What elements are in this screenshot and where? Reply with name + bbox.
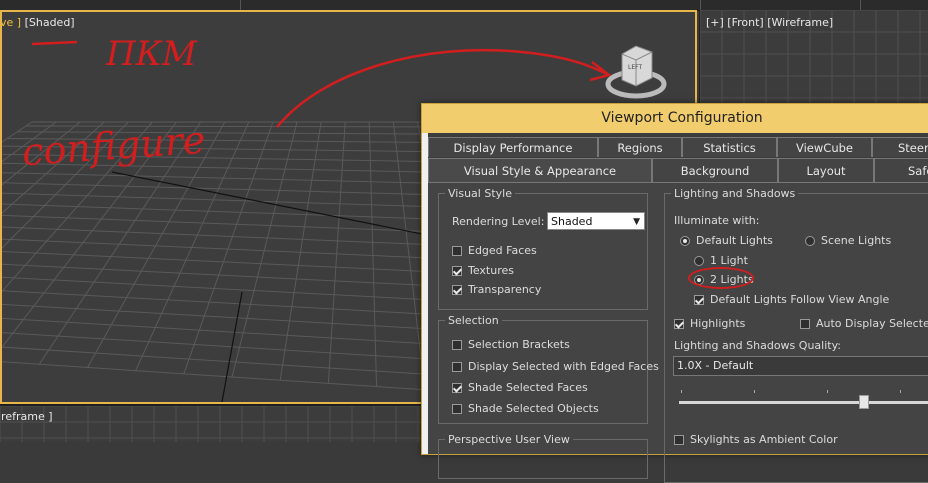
tab-statistics[interactable]: Statistics — [682, 137, 777, 157]
checkbox-box[interactable] — [674, 435, 684, 445]
slider-tick — [681, 390, 682, 393]
scene-lights-radio[interactable]: Scene Lights — [805, 234, 891, 247]
scene-lights-label: Scene Lights — [821, 234, 892, 247]
bottom-viewport-label[interactable]: ireframe ] — [0, 410, 53, 423]
checkbox-box[interactable] — [452, 340, 462, 350]
slider-track[interactable] — [679, 401, 928, 404]
annotation-text-pkm: ПКМ — [106, 34, 197, 74]
slider-tick — [827, 390, 828, 393]
edged-faces-label: Edged Faces — [468, 244, 537, 257]
checkbox-box[interactable] — [452, 404, 462, 414]
tab-layout[interactable]: Layout — [778, 158, 874, 182]
slider-tick — [900, 390, 901, 393]
shade-selected-objects-checkbox[interactable]: Shade Selected Objects — [452, 402, 599, 415]
dialog-body: Display Performance Regions Statistics V… — [428, 133, 928, 483]
lighting-group-title: Lighting and Shadows — [671, 187, 799, 200]
auto-display-selected-label: Auto Display Selected — [816, 317, 928, 330]
auto-display-selected-checkbox[interactable]: Auto Display Selected — [800, 317, 928, 330]
transparency-checkbox[interactable]: Transparency — [452, 283, 541, 296]
selection-brackets-label: Selection Brackets — [468, 338, 570, 351]
slider-thumb[interactable] — [859, 395, 869, 409]
radio-dot[interactable] — [805, 236, 815, 246]
tab-regions[interactable]: Regions — [598, 137, 682, 157]
perspective-user-view-group: Perspective User View — [438, 433, 648, 479]
toolbar-divider — [860, 0, 861, 10]
default-lights-label: Default Lights — [696, 234, 773, 247]
tab-display-performance[interactable]: Display Performance — [428, 137, 598, 157]
quality-value: 1.0X - Default — [677, 359, 754, 372]
shade-selected-objects-label: Shade Selected Objects — [468, 402, 599, 415]
checkbox-box[interactable] — [800, 319, 810, 329]
viewport-configuration-dialog: Viewport Configuration Display Performan… — [421, 103, 928, 483]
display-selected-edged-checkbox[interactable]: Display Selected with Edged Faces — [452, 360, 659, 373]
tab-background[interactable]: Background — [652, 158, 778, 182]
tab-safe-frame[interactable]: Safe — [874, 158, 928, 182]
tab-steering[interactable]: Steeri — [872, 137, 928, 157]
tab-viewcube[interactable]: ViewCube — [777, 137, 872, 157]
radio-dot[interactable] — [680, 236, 690, 246]
illuminate-with-label: Illuminate with: — [674, 214, 760, 227]
visual-style-group-title: Visual Style — [445, 187, 515, 200]
rendering-level-value: Shaded — [551, 215, 593, 228]
textures-checkbox[interactable]: Textures — [452, 264, 514, 277]
shade-selected-faces-checkbox[interactable]: Shade Selected Faces — [452, 381, 588, 394]
front-viewport-label[interactable]: [+] [Front] [Wireframe] — [706, 16, 833, 29]
chevron-down-icon: ▼ — [633, 217, 640, 227]
one-light-label: 1 Light — [710, 254, 748, 267]
rendering-level-select[interactable]: Shaded ▼ — [547, 212, 645, 230]
two-lights-highlight-ellipse — [688, 267, 754, 289]
follow-view-angle-checkbox[interactable]: Default Lights Follow View Angle — [694, 293, 889, 306]
display-selected-edged-label: Display Selected with Edged Faces — [468, 360, 659, 373]
selection-group: Selection Selection Brackets Display Sel… — [438, 314, 659, 424]
checkbox-box[interactable] — [452, 383, 462, 393]
quality-label: Lighting and Shadows Quality: — [674, 339, 841, 352]
annotation-underline — [31, 40, 78, 46]
selection-group-title: Selection — [445, 314, 502, 327]
textures-label: Textures — [468, 264, 514, 277]
highlights-label: Highlights — [690, 317, 746, 330]
tab-visual-style-appearance[interactable]: Visual Style & Appearance — [428, 158, 652, 182]
highlights-checkbox[interactable]: Highlights — [674, 317, 745, 330]
checkbox-box[interactable] — [452, 362, 462, 372]
slider-tick — [754, 390, 755, 393]
toolbar-divider — [700, 0, 701, 10]
quality-dropdown[interactable]: 1.0X - Default — [673, 356, 928, 376]
quality-slider[interactable] — [679, 390, 928, 410]
one-light-radio[interactable]: 1 Light — [694, 254, 748, 267]
checkbox-box[interactable] — [452, 285, 462, 295]
dialog-title: Viewport Configuration — [422, 104, 928, 133]
radio-dot[interactable] — [694, 256, 704, 266]
visual-style-panel: Visual Style Rendering Level: Shaded ▼ E… — [428, 182, 928, 483]
shade-selected-faces-label: Shade Selected Faces — [468, 381, 588, 394]
checkbox-box[interactable] — [674, 319, 684, 329]
checkbox-box[interactable] — [452, 246, 462, 256]
transparency-label: Transparency — [468, 283, 542, 296]
checkbox-box[interactable] — [452, 266, 462, 276]
default-lights-radio[interactable]: Default Lights — [680, 234, 773, 247]
follow-view-angle-label: Default Lights Follow View Angle — [710, 293, 890, 306]
visual-style-group: Visual Style Rendering Level: Shaded ▼ E… — [438, 187, 648, 310]
edged-faces-checkbox[interactable]: Edged Faces — [452, 244, 537, 257]
checkbox-box[interactable] — [694, 295, 704, 305]
rendering-level-label: Rendering Level: — [452, 215, 545, 228]
toolbar-divider — [240, 0, 241, 10]
selection-brackets-checkbox[interactable]: Selection Brackets — [452, 338, 570, 351]
